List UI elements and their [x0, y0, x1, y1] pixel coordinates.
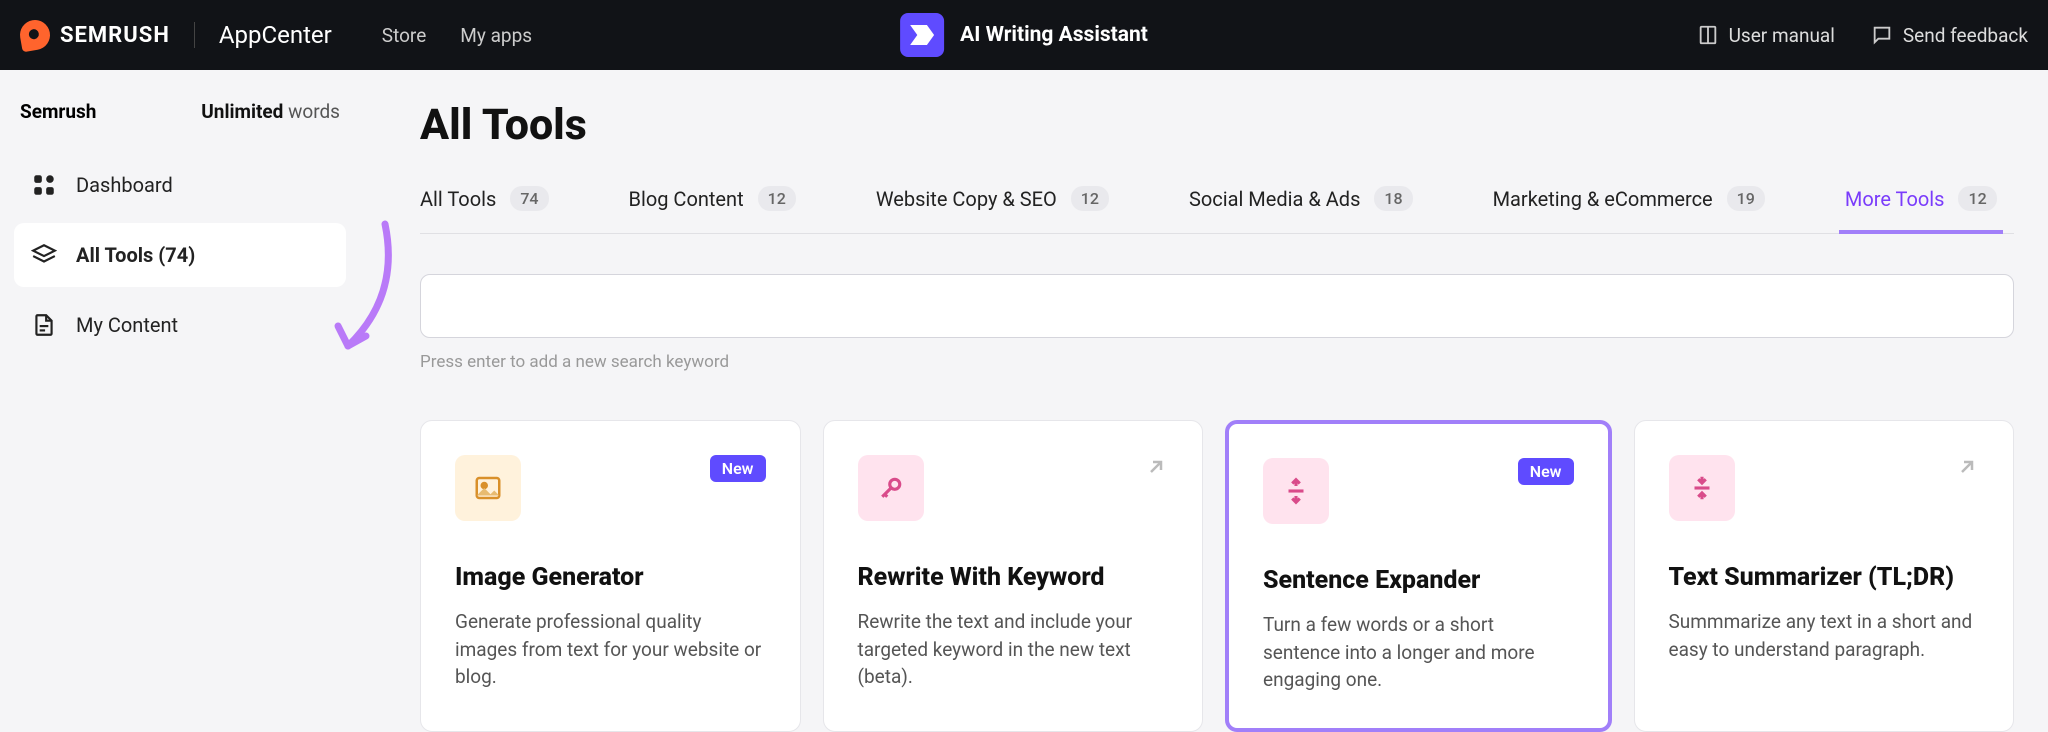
nav-store[interactable]: Store — [382, 24, 427, 47]
user-manual-link[interactable]: User manual — [1697, 24, 1835, 47]
collapse-icon — [1669, 455, 1735, 521]
tab-label: All Tools — [420, 187, 496, 211]
sidebar-header: Semrush Unlimited words — [14, 100, 346, 153]
sidebar-item-label: All Tools (74) — [76, 243, 195, 267]
file-icon — [30, 311, 58, 339]
tool-cards: New Image Generator Generate professiona… — [420, 420, 2014, 732]
tab-label: More Tools — [1845, 187, 1945, 211]
sidebar-item-my-content[interactable]: My Content — [14, 293, 346, 357]
expand-icon — [1263, 458, 1329, 524]
sidebar-item-all-tools[interactable]: All Tools (74) — [14, 223, 346, 287]
card-text-summarizer[interactable]: Text Summarizer (TL;DR) Summmarize any t… — [1634, 420, 2015, 732]
card-desc: Turn a few words or a short sentence int… — [1263, 611, 1574, 694]
sidebar-item-label: Dashboard — [76, 173, 173, 197]
nav-my-apps[interactable]: My apps — [460, 24, 532, 47]
sidebar: Semrush Unlimited words Dashboard All To… — [0, 70, 360, 732]
card-desc: Rewrite the text and include your target… — [858, 608, 1169, 691]
send-feedback-link[interactable]: Send feedback — [1871, 24, 2028, 47]
card-image-generator[interactable]: New Image Generator Generate professiona… — [420, 420, 801, 732]
card-title: Image Generator — [455, 563, 766, 592]
tab-label: Website Copy & SEO — [876, 187, 1057, 211]
external-link-icon — [1955, 455, 1979, 483]
card-title: Rewrite With Keyword — [858, 563, 1169, 592]
search-hint: Press enter to add a new search keyword — [420, 352, 2014, 372]
tab-label: Social Media & Ads — [1189, 187, 1360, 211]
new-badge: New — [1518, 458, 1574, 485]
chat-icon — [1871, 24, 1893, 46]
semrush-logo-icon — [18, 18, 53, 53]
sidebar-item-dashboard[interactable]: Dashboard — [14, 153, 346, 217]
word-limit: Unlimited words — [201, 100, 340, 123]
search-input[interactable] — [420, 274, 2014, 338]
sidebar-item-label: My Content — [76, 313, 178, 337]
app-icon — [900, 13, 944, 57]
card-title: Sentence Expander — [1263, 566, 1574, 595]
topbar: SEMRUSH AppCenter Store My apps AI Writi… — [0, 0, 2048, 70]
tab-count: 18 — [1374, 186, 1412, 211]
divider — [194, 22, 195, 48]
category-tabs: All Tools 74 Blog Content 12 Website Cop… — [420, 186, 2014, 234]
card-sentence-expander[interactable]: New Sentence Expander Turn a few words o… — [1225, 420, 1612, 732]
new-badge: New — [710, 455, 766, 482]
tab-label: Blog Content — [629, 187, 744, 211]
grid-icon — [30, 171, 58, 199]
card-rewrite-keyword[interactable]: Rewrite With Keyword Rewrite the text an… — [823, 420, 1204, 732]
key-icon — [858, 455, 924, 521]
tab-count: 19 — [1727, 186, 1765, 211]
tab-count: 74 — [510, 186, 548, 211]
layers-icon — [30, 241, 58, 269]
tab-count: 12 — [758, 186, 796, 211]
tab-more-tools[interactable]: More Tools 12 — [1845, 186, 1997, 233]
card-title: Text Summarizer (TL;DR) — [1669, 563, 1980, 592]
tab-label: Marketing & eCommerce — [1493, 187, 1713, 211]
sidebar-brand: Semrush — [20, 100, 96, 123]
tab-social-media[interactable]: Social Media & Ads 18 — [1189, 186, 1413, 233]
tab-marketing[interactable]: Marketing & eCommerce 19 — [1493, 186, 1765, 233]
top-nav: Store My apps — [382, 24, 532, 47]
user-manual-label: User manual — [1729, 24, 1835, 47]
book-icon — [1697, 24, 1719, 46]
card-desc: Summmarize any text in a short and easy … — [1669, 608, 1980, 663]
tab-blog-content[interactable]: Blog Content 12 — [629, 186, 796, 233]
external-link-icon — [1144, 455, 1168, 483]
logo-area[interactable]: SEMRUSH AppCenter — [20, 20, 332, 50]
tab-count: 12 — [1071, 186, 1109, 211]
tab-count: 12 — [1958, 186, 1996, 211]
page-title: All Tools — [420, 100, 2014, 150]
tab-website-copy[interactable]: Website Copy & SEO 12 — [876, 186, 1109, 233]
appcenter-label: AppCenter — [219, 21, 332, 49]
main-content: All Tools All Tools 74 Blog Content 12 W… — [360, 70, 2048, 732]
send-feedback-label: Send feedback — [1903, 24, 2028, 47]
tab-all-tools[interactable]: All Tools 74 — [420, 186, 549, 233]
topbar-right: User manual Send feedback — [1697, 24, 2028, 47]
brand-text: SEMRUSH — [60, 23, 170, 48]
card-desc: Generate professional quality images fro… — [455, 608, 766, 691]
app-name: AI Writing Assistant — [960, 23, 1148, 47]
current-app[interactable]: AI Writing Assistant — [900, 13, 1148, 57]
image-icon — [455, 455, 521, 521]
